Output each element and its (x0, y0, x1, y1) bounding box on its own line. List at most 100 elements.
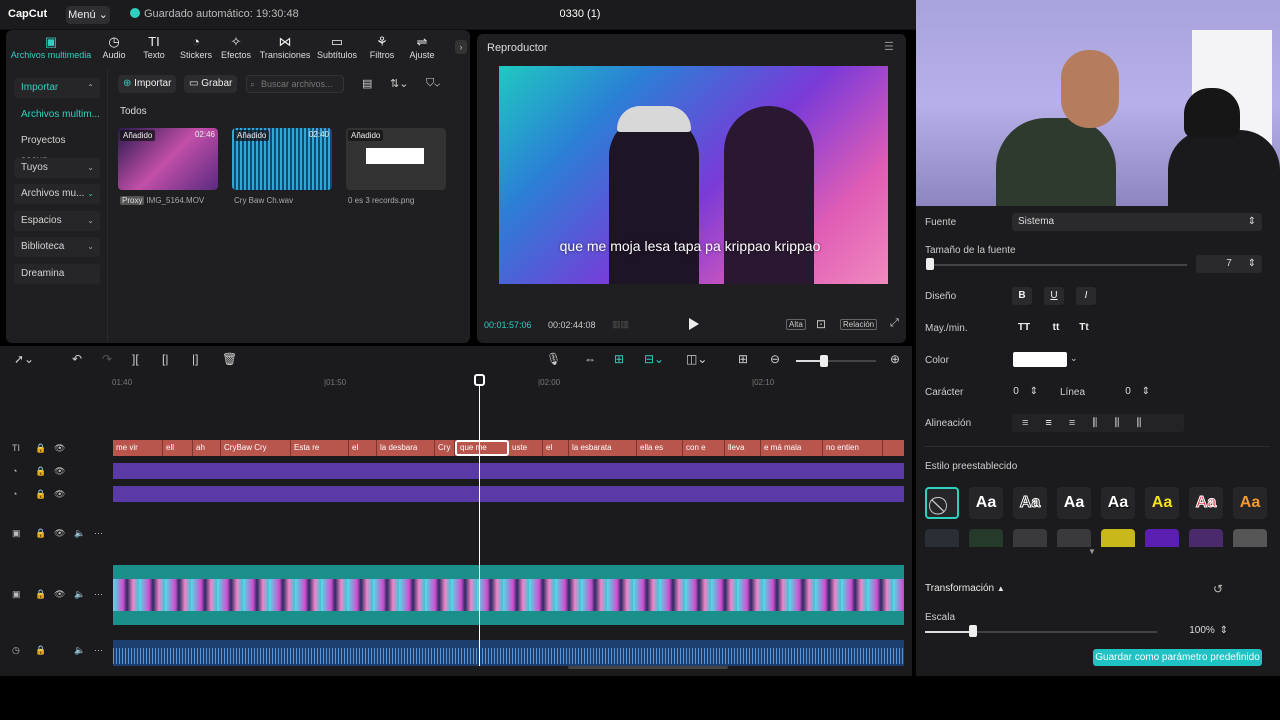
preset-style[interactable] (1145, 529, 1179, 547)
subtitle-clip[interactable]: no entien (823, 440, 883, 456)
eye-icon[interactable]: 👁 (54, 528, 65, 539)
lock-icon[interactable]: 🔒 (35, 589, 46, 600)
align-center-icon[interactable]: ≡ (1045, 417, 1068, 429)
italic-button[interactable]: I (1076, 287, 1096, 305)
eye-icon[interactable]: 👁 (54, 489, 65, 500)
alignment-group[interactable]: ≡≡≡⫼⫼⫼ (1012, 414, 1184, 432)
more-icon[interactable]: ⋯ (94, 528, 103, 539)
preset-style[interactable] (1057, 529, 1091, 547)
subtitle-clip[interactable]: el (349, 440, 377, 456)
trim-right-icon[interactable]: |] (192, 352, 198, 366)
subtitle-clip[interactable]: me vir (113, 440, 163, 456)
scale-input[interactable]: 100% ⇕ (1166, 622, 1232, 640)
subtitle-clip[interactable]: Esta re (291, 440, 349, 456)
ratio-button[interactable]: Relación (840, 319, 878, 330)
more-icon[interactable]: ⋯ (94, 645, 103, 656)
preset-style[interactable] (1233, 529, 1267, 547)
preset-style[interactable]: Aa (1013, 487, 1047, 519)
character-spacing-input[interactable]: 0 ⇕ (984, 383, 1042, 401)
sticker-track[interactable] (113, 463, 904, 479)
tab-adjust[interactable]: ⇌ Ajuste (406, 34, 438, 66)
zoom-out-icon[interactable]: ⊖ (770, 352, 780, 366)
timeline-scrollbar[interactable] (568, 666, 728, 669)
subtitle-clip[interactable]: CryBaw Cry (221, 440, 291, 456)
align-middle-icon[interactable]: ⫼ (1114, 417, 1136, 429)
playhead[interactable] (479, 376, 480, 666)
chevron-down-icon[interactable]: ▼ (1088, 547, 1096, 556)
split-icon[interactable]: ][ (132, 352, 139, 366)
preset-style[interactable]: Aa (1101, 487, 1135, 519)
eye-icon[interactable]: 👁 (54, 589, 65, 600)
preset-style[interactable]: Aa (969, 487, 1003, 519)
more-icon[interactable]: ⋯ (94, 589, 103, 600)
preview-axis-icon[interactable]: ◫⌄ (686, 352, 707, 366)
delete-icon[interactable]: 🗑 (222, 352, 237, 366)
save-preset-button[interactable]: Guardar como parámetro predefinido (1093, 649, 1262, 666)
lock-icon[interactable]: 🔒 (35, 443, 46, 454)
sidebar-item-media-files[interactable]: Archivos multim... (14, 105, 100, 125)
font-size-input[interactable]: 7 ⇕ (1196, 255, 1262, 273)
import-button[interactable]: ⊕ Importar (118, 75, 177, 93)
link-icon[interactable]: ⇔ (584, 352, 596, 366)
cursor-icon[interactable]: ➚⌄ (14, 352, 34, 366)
quality-button[interactable]: Alta (786, 319, 806, 330)
align-bottom-icon[interactable]: ⫼ (1136, 417, 1158, 429)
grid-view-icon[interactable]: ▤ (362, 77, 372, 90)
preset-style[interactable] (969, 529, 1003, 547)
menu-button[interactable]: Menú ⌄ (66, 6, 110, 24)
preset-style[interactable] (1189, 529, 1223, 547)
subtitle-clip[interactable]: e má mala (761, 440, 823, 456)
font-size-slider[interactable] (929, 264, 1187, 266)
mute-icon[interactable]: 🔈 (74, 589, 85, 600)
lock-icon[interactable]: 🔒 (35, 466, 46, 477)
preset-style[interactable]: Aa (1189, 487, 1223, 519)
trim-left-icon[interactable]: [| (162, 352, 168, 366)
sidebar-item-dreamina[interactable]: Dreamina (14, 264, 100, 284)
sidebar-item-yours[interactable]: Tuyos ⌄ (14, 158, 100, 178)
subtitle-clip[interactable]: uste (509, 440, 543, 456)
media-card-audio[interactable]: Añadido 02:40 (232, 128, 332, 190)
font-size-knob[interactable] (926, 258, 934, 270)
lock-icon[interactable]: 🔒 (35, 489, 46, 500)
line-spacing-input[interactable]: 0 ⇕ (1096, 383, 1154, 401)
reset-icon[interactable]: ↺ (1213, 582, 1223, 596)
subtitle-clip[interactable]: la desbara (377, 440, 435, 456)
lock-icon[interactable]: 🔒 (35, 528, 46, 539)
tab-media[interactable]: ▣ Archivos multimedia (8, 34, 94, 66)
sort-icon[interactable]: ⇅⌄ (390, 77, 408, 90)
grid-icon[interactable]: ▥▥ (612, 319, 629, 330)
preset-style[interactable]: Aa (1057, 487, 1091, 519)
sidebar-item-import[interactable]: Importar ⌃ (14, 78, 100, 98)
redo-icon[interactable]: ↷ (102, 352, 112, 366)
align-left-icon[interactable]: ≡ (1022, 417, 1045, 429)
video-track[interactable] (113, 565, 904, 625)
tab-effects[interactable]: ✧ Efectos (218, 34, 254, 66)
subtitle-clip[interactable]: el (543, 440, 569, 456)
play-icon[interactable] (688, 317, 700, 331)
eye-icon[interactable]: 👁 (54, 443, 65, 454)
bold-button[interactable]: B (1012, 287, 1032, 305)
media-card-video[interactable]: Añadido 02:46 (118, 128, 218, 190)
magnet-icon[interactable]: ⊞ (614, 352, 624, 366)
lock-icon[interactable]: 🔒 (35, 645, 46, 656)
sticker-track[interactable] (113, 486, 904, 502)
preset-style[interactable]: Aa (1145, 487, 1179, 519)
snap-icon[interactable]: ⊟⌄ (644, 352, 664, 366)
subtitle-clip[interactable]: lleva (725, 440, 761, 456)
eye-icon[interactable]: 👁 (54, 466, 65, 477)
sidebar-item-secondary-projects[interactable]: Proyectos secun... (14, 131, 100, 166)
preset-style[interactable] (1101, 529, 1135, 547)
tab-transitions[interactable]: ⋈ Transiciones (258, 34, 312, 66)
tab-stickers[interactable]: ◔ Stickers (176, 34, 216, 66)
caption-icon[interactable]: ⊞ (738, 352, 748, 366)
tab-filters[interactable]: ⚘ Filtros (364, 34, 400, 66)
scale-slider-knob[interactable] (969, 625, 977, 637)
playhead-handle[interactable] (474, 374, 485, 386)
font-select[interactable]: Sistema ⇕ (1012, 213, 1262, 231)
tab-text[interactable]: TI Texto (138, 34, 170, 66)
subtitle-clip[interactable]: ell (163, 440, 193, 456)
audio-track[interactable] (113, 640, 904, 666)
uppercase-button[interactable]: TT (1014, 319, 1034, 337)
sidebar-item-spaces[interactable]: Espacios ⌄ (14, 211, 100, 231)
tab-subtitles[interactable]: ▭ Subtítulos (314, 34, 360, 66)
